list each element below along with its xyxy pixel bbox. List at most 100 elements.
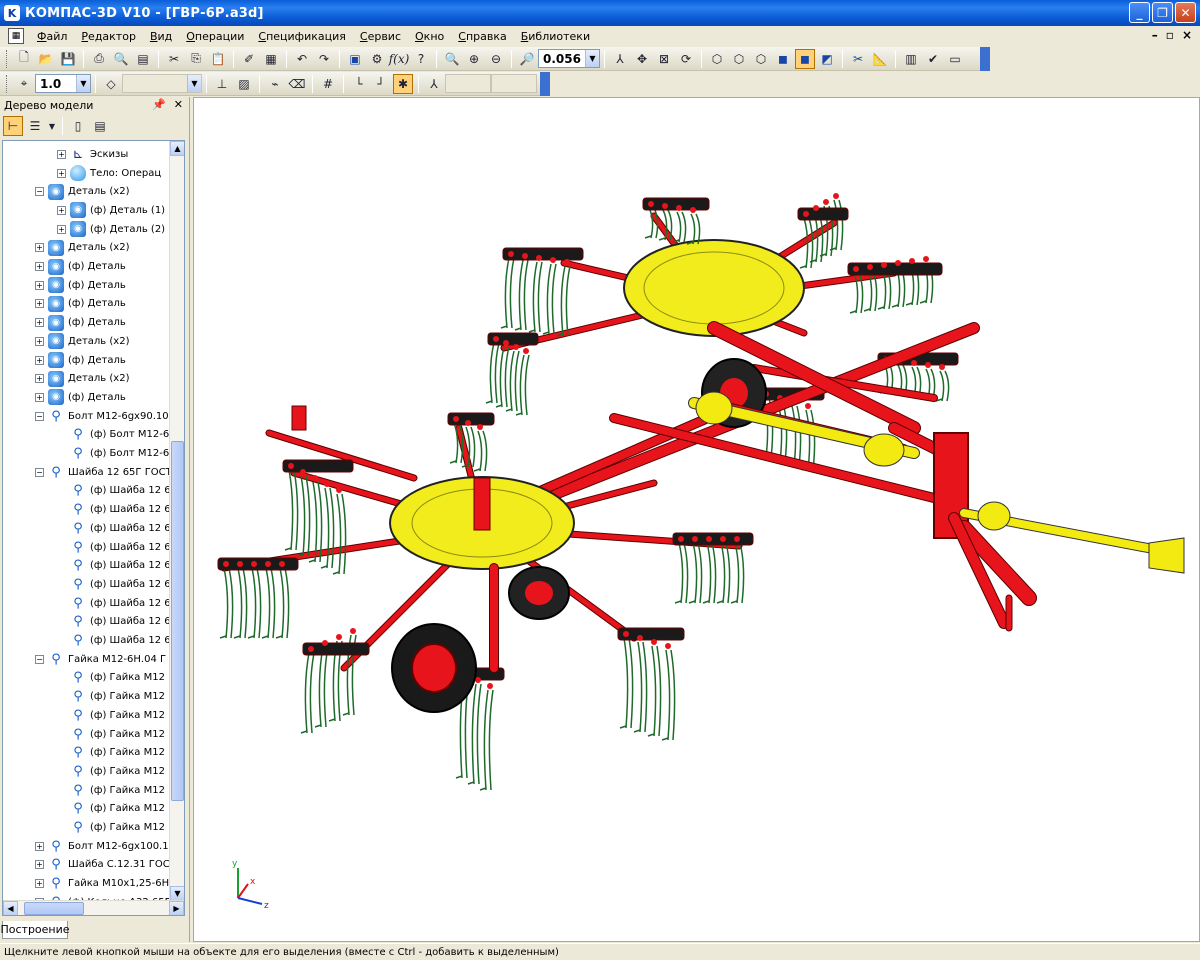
- tree-item[interactable]: − ⚲ Гайка М12-6Н.04 Г: [35, 650, 166, 669]
- toolbar-overflow[interactable]: [980, 47, 990, 71]
- expand-icon[interactable]: +: [35, 879, 44, 889]
- tine[interactable]: [681, 211, 687, 243]
- tine[interactable]: [329, 487, 335, 569]
- tine-clamp[interactable]: [678, 536, 684, 542]
- tine[interactable]: [524, 354, 530, 416]
- tree-item[interactable]: + ◉ (ф) Деталь: [35, 257, 126, 276]
- print-icon[interactable]: ⎙: [89, 49, 109, 69]
- local-cs-icon[interactable]: └: [349, 74, 369, 94]
- cut-icon[interactable]: ✂: [164, 49, 184, 69]
- tree-horizontal-scrollbar[interactable]: ◀ ▶: [3, 900, 184, 915]
- tree-item[interactable]: ⚲ (ф) Шайба 12 6: [57, 594, 170, 613]
- chevron-down-icon[interactable]: ▼: [585, 50, 599, 67]
- tree-structure-icon[interactable]: ⊢: [3, 116, 23, 136]
- coordinates-icon[interactable]: ⅄: [424, 74, 444, 94]
- close-button[interactable]: ✕: [1175, 2, 1196, 23]
- tine-clamp[interactable]: [477, 424, 483, 430]
- plane-combo[interactable]: ▼: [122, 74, 202, 93]
- tine[interactable]: [323, 646, 329, 728]
- tine-clamp[interactable]: [651, 639, 657, 645]
- tree-item[interactable]: ⚲ (ф) Шайба 12 6: [57, 631, 170, 650]
- zoom-out-icon[interactable]: ⊖: [486, 49, 506, 69]
- zoom-window-icon[interactable]: 🔍: [442, 49, 462, 69]
- hidden-thin-icon[interactable]: ⬡: [751, 49, 771, 69]
- tine-clamp[interactable]: [350, 628, 356, 634]
- plane-icon[interactable]: ◇: [101, 74, 121, 94]
- tine[interactable]: [488, 689, 494, 791]
- new-document-icon[interactable]: 🗋: [14, 49, 34, 69]
- tree-item[interactable]: − ⚲ Шайба 12 65Г ГОСТ: [35, 463, 172, 482]
- collapse-icon[interactable]: −: [35, 467, 44, 477]
- tine-clamp[interactable]: [803, 211, 809, 217]
- tine[interactable]: [470, 426, 476, 468]
- hidden-lines-icon[interactable]: ⬡: [729, 49, 749, 69]
- tine-clamp[interactable]: [690, 207, 696, 213]
- rake-model[interactable]: y x z: [194, 98, 1200, 942]
- sketch-mode-icon[interactable]: ⊥: [212, 74, 232, 94]
- tine[interactable]: [284, 567, 290, 639]
- tine-clamp[interactable]: [911, 360, 917, 366]
- tine-clamp[interactable]: [665, 643, 671, 649]
- scroll-left-icon[interactable]: ◀: [3, 901, 18, 915]
- tine-clamp[interactable]: [939, 364, 945, 370]
- tree-item[interactable]: + ⚲ Шайба С.12.31 ГОС: [35, 856, 170, 875]
- expand-icon[interactable]: +: [35, 243, 44, 253]
- tine-clamp[interactable]: [508, 251, 514, 257]
- tine-clamp[interactable]: [867, 264, 873, 270]
- tine[interactable]: [808, 217, 814, 269]
- wireframe-icon[interactable]: ⬡: [707, 49, 727, 69]
- tree-item[interactable]: ⚲ (ф) Болт М12-6: [57, 426, 169, 445]
- zoom-combo[interactable]: 0.056 ▼: [538, 49, 600, 68]
- wheel-rim[interactable]: [411, 643, 457, 693]
- tine[interactable]: [247, 567, 257, 639]
- tine[interactable]: [300, 652, 310, 734]
- chevron-down-icon[interactable]: ▼: [187, 75, 201, 92]
- tine-clamp[interactable]: [692, 536, 698, 542]
- tine[interactable]: [730, 542, 740, 604]
- tree-item[interactable]: + ◉ (ф) Деталь (1): [57, 201, 165, 220]
- coord-y-field[interactable]: [491, 74, 537, 93]
- tree-item[interactable]: + ◉ Деталь (x2): [35, 239, 129, 258]
- expand-icon[interactable]: +: [35, 860, 44, 870]
- tine[interactable]: [449, 422, 459, 464]
- tine[interactable]: [242, 567, 248, 639]
- tine[interactable]: [233, 567, 243, 639]
- tree-item[interactable]: ⚲ (ф) Гайка М12: [57, 687, 165, 706]
- tine[interactable]: [716, 542, 726, 604]
- pto-end-guard[interactable]: [1148, 537, 1185, 574]
- snap-bindings-icon[interactable]: ✱: [393, 73, 413, 94]
- tine-clamp[interactable]: [550, 257, 556, 263]
- tine[interactable]: [686, 213, 696, 245]
- snap-icon[interactable]: ⌁: [265, 74, 285, 94]
- halftone-edges-icon[interactable]: ◼: [795, 48, 815, 69]
- tine-clamp[interactable]: [720, 536, 726, 542]
- display-settings-icon[interactable]: ▭: [945, 49, 965, 69]
- tine[interactable]: [509, 257, 515, 329]
- tab-construction[interactable]: Построение: [0, 921, 70, 939]
- properties-icon[interactable]: ✐: [239, 49, 259, 69]
- tree-item[interactable]: ⚲ (ф) Гайка М12: [57, 818, 165, 837]
- tine-clamp[interactable]: [637, 635, 643, 641]
- pto-guard[interactable]: [977, 501, 1011, 531]
- tine-clamp[interactable]: [564, 259, 570, 265]
- tine[interactable]: [467, 683, 477, 785]
- expand-icon[interactable]: +: [57, 149, 66, 159]
- tree-item[interactable]: + ◉ Деталь (x2): [35, 369, 129, 388]
- tine-holder[interactable]: [217, 557, 299, 571]
- tine[interactable]: [500, 257, 510, 329]
- tree-view-mode-icon[interactable]: ☰: [25, 116, 45, 136]
- tine-clamp[interactable]: [487, 683, 493, 689]
- expand-icon[interactable]: +: [35, 280, 44, 290]
- orientation-icon[interactable]: ⅄: [610, 49, 630, 69]
- menu-operations[interactable]: Операции: [179, 30, 251, 43]
- help-pointer-icon[interactable]: ?: [411, 49, 431, 69]
- tree-item[interactable]: + Тело: Операц: [57, 164, 161, 183]
- parameters-icon[interactable]: ⚙: [367, 49, 387, 69]
- expand-icon[interactable]: +: [35, 355, 44, 365]
- expand-icon[interactable]: +: [57, 224, 66, 234]
- tine-clamp[interactable]: [503, 340, 509, 346]
- tree-vertical-scrollbar[interactable]: ▲ ▼: [169, 141, 184, 901]
- tine[interactable]: [739, 542, 745, 604]
- menu-window[interactable]: Окно: [408, 30, 451, 43]
- tine[interactable]: [619, 637, 629, 729]
